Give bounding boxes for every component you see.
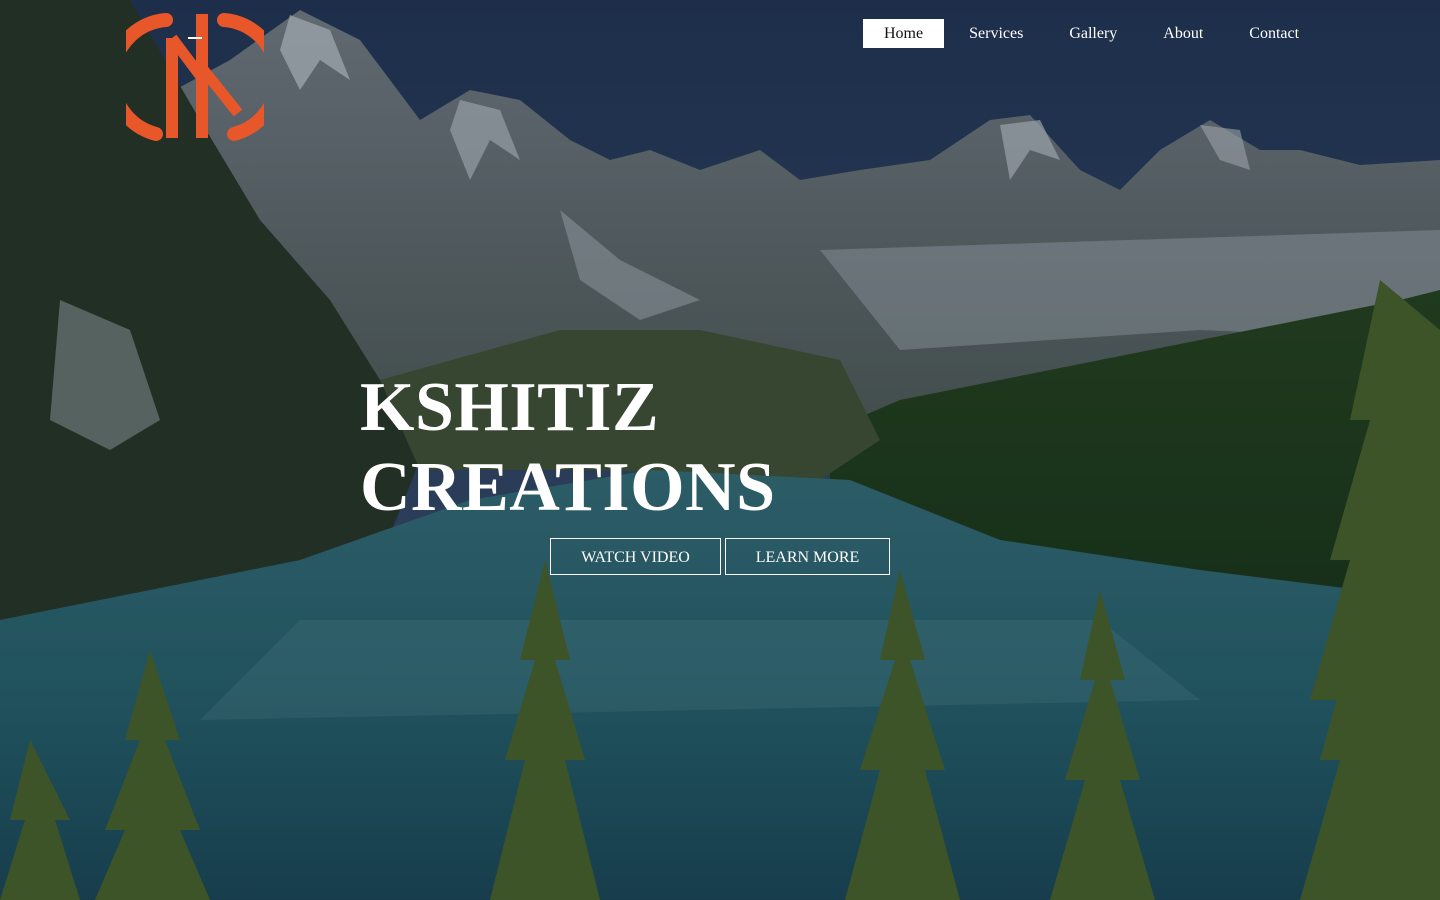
hero-section: Home Services Gallery About Contact KSHI… bbox=[0, 0, 1440, 900]
hero-title: KSHITIZ CREATIONS bbox=[360, 368, 776, 528]
cta-button-group: WATCH VIDEO LEARN MORE bbox=[550, 538, 890, 575]
hero-title-line1: KSHITIZ bbox=[360, 369, 660, 446]
nav-item-contact[interactable]: Contact bbox=[1228, 19, 1320, 48]
main-nav: Home Services Gallery About Contact bbox=[863, 19, 1324, 48]
kc-monogram-logo[interactable] bbox=[126, 8, 264, 144]
nav-item-gallery[interactable]: Gallery bbox=[1048, 19, 1138, 48]
hero-title-line2: CREATIONS bbox=[360, 449, 776, 526]
nav-item-services[interactable]: Services bbox=[948, 19, 1044, 48]
watch-video-button[interactable]: WATCH VIDEO bbox=[550, 538, 721, 575]
nav-item-about[interactable]: About bbox=[1142, 19, 1224, 48]
nav-item-home[interactable]: Home bbox=[863, 19, 945, 48]
learn-more-button[interactable]: LEARN MORE bbox=[725, 538, 890, 575]
